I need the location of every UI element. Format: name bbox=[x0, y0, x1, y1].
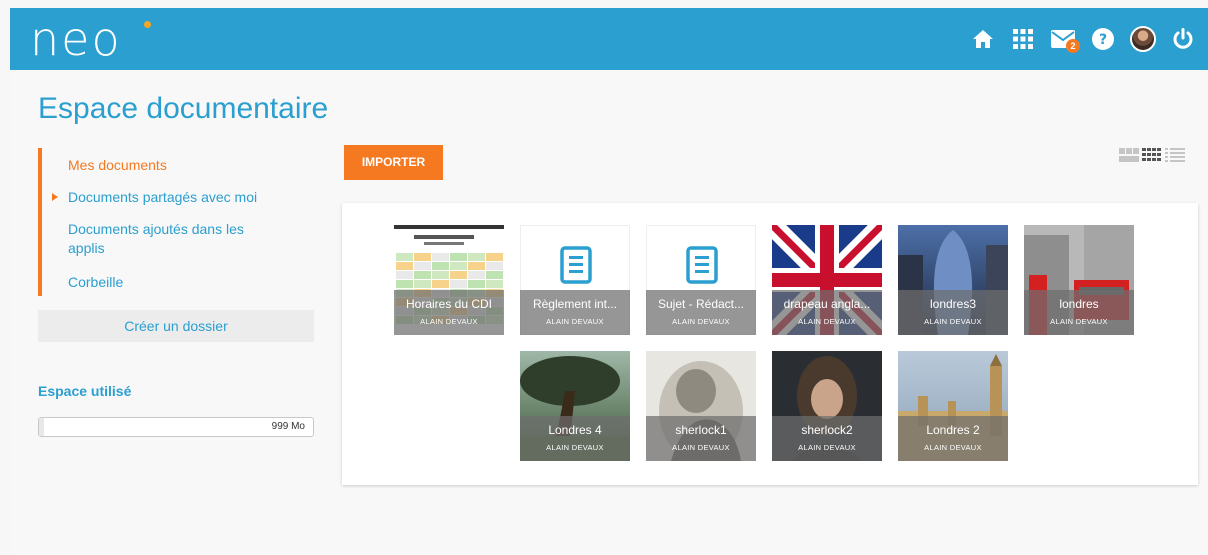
list-view-icon[interactable] bbox=[1165, 148, 1185, 162]
document-caption: Sujet - Rédact... ALAIN DEVAUX bbox=[646, 290, 756, 335]
top-bar: neo 2 ? bbox=[10, 8, 1208, 70]
app-frame: neo 2 ? Espace documentaire Mes document… bbox=[10, 8, 1208, 555]
sidebar-item-mes-documents[interactable]: Mes documents bbox=[68, 156, 167, 175]
document-name: Règlement int... bbox=[532, 297, 618, 311]
mail-icon[interactable]: 2 bbox=[1048, 24, 1080, 54]
sidebar-nav: Mes documents Documents partagés avec mo… bbox=[38, 148, 316, 296]
logo[interactable]: neo bbox=[30, 14, 122, 64]
grid-view-icon[interactable] bbox=[1142, 148, 1162, 162]
apps-icon[interactable] bbox=[1008, 24, 1038, 54]
view-switcher bbox=[1119, 148, 1185, 162]
user-avatar[interactable] bbox=[1128, 24, 1158, 54]
document-name: Londres 4 bbox=[548, 423, 602, 437]
storage-value: 999 Mo bbox=[271, 421, 305, 432]
document-name: sherlock1 bbox=[675, 423, 727, 437]
document-caption: sherlock1 ALAIN DEVAUX bbox=[646, 416, 756, 461]
document-card[interactable]: Londres 4 ALAIN DEVAUX bbox=[520, 351, 630, 461]
sidebar-item-partages[interactable]: Documents partagés avec moi bbox=[68, 188, 257, 207]
document-name: sherlock2 bbox=[801, 423, 853, 437]
document-owner: ALAIN DEVAUX bbox=[924, 317, 982, 326]
page-title: Espace documentaire bbox=[38, 92, 329, 125]
document-card[interactable]: sherlock1 ALAIN DEVAUX bbox=[646, 351, 756, 461]
document-owner: ALAIN DEVAUX bbox=[546, 317, 604, 326]
document-card[interactable]: Sujet - Rédact... ALAIN DEVAUX bbox=[646, 225, 756, 335]
svg-text:?: ? bbox=[1099, 32, 1107, 48]
document-card[interactable]: drapeau angla... ALAIN DEVAUX bbox=[772, 225, 882, 335]
document-card[interactable]: Londres 2 ALAIN DEVAUX bbox=[898, 351, 1008, 461]
sidebar-item-corbeille[interactable]: Corbeille bbox=[68, 273, 123, 292]
document-card[interactable]: Règlement int... ALAIN DEVAUX bbox=[520, 225, 630, 335]
document-name: Horaires du CDI bbox=[405, 297, 493, 311]
storage-fill bbox=[39, 418, 45, 436]
mail-badge: 2 bbox=[1066, 39, 1080, 53]
document-caption: Londres 2 ALAIN DEVAUX bbox=[898, 416, 1008, 461]
document-icon bbox=[686, 246, 718, 284]
documents-panel: Horaires du CDI ALAIN DEVAUX Règlement int… bbox=[342, 203, 1198, 485]
document-owner: ALAIN DEVAUX bbox=[924, 443, 982, 452]
document-owner: ALAIN DEVAUX bbox=[1050, 317, 1108, 326]
power-icon[interactable] bbox=[1168, 24, 1198, 54]
document-owner: ALAIN DEVAUX bbox=[420, 317, 478, 326]
import-button[interactable]: IMPORTER bbox=[344, 145, 443, 180]
document-caption: londres3 ALAIN DEVAUX bbox=[898, 290, 1008, 335]
document-owner: ALAIN DEVAUX bbox=[672, 443, 730, 452]
top-icons: 2 ? bbox=[968, 24, 1198, 54]
document-card[interactable]: Horaires du CDI ALAIN DEVAUX bbox=[394, 225, 504, 335]
document-owner: ALAIN DEVAUX bbox=[546, 443, 604, 452]
document-owner: ALAIN DEVAUX bbox=[798, 443, 856, 452]
avatar bbox=[1130, 26, 1156, 52]
document-card[interactable]: sherlock2 ALAIN DEVAUX bbox=[772, 351, 882, 461]
expand-arrow-icon[interactable] bbox=[52, 193, 58, 201]
document-caption: Horaires du CDI ALAIN DEVAUX bbox=[394, 290, 504, 335]
document-caption: Londres 4 ALAIN DEVAUX bbox=[520, 416, 630, 461]
home-icon[interactable] bbox=[968, 24, 998, 54]
help-icon[interactable]: ? bbox=[1088, 24, 1118, 54]
document-icon bbox=[560, 246, 592, 284]
document-caption: Règlement int... ALAIN DEVAUX bbox=[520, 290, 630, 335]
document-caption: sherlock2 ALAIN DEVAUX bbox=[772, 416, 882, 461]
document-owner: ALAIN DEVAUX bbox=[672, 317, 730, 326]
document-card[interactable]: londres ALAIN DEVAUX bbox=[1024, 225, 1134, 335]
document-name: Sujet - Rédact... bbox=[657, 297, 745, 311]
document-caption: londres ALAIN DEVAUX bbox=[1024, 290, 1134, 335]
document-name: londres bbox=[1059, 297, 1099, 311]
create-folder-button[interactable]: Créer un dossier bbox=[38, 310, 314, 342]
document-caption: drapeau angla... ALAIN DEVAUX bbox=[772, 290, 882, 335]
document-name: drapeau angla... bbox=[783, 297, 871, 311]
storage-title: Espace utilisé bbox=[38, 383, 132, 399]
document-owner: ALAIN DEVAUX bbox=[798, 317, 856, 326]
sidebar-item-applis[interactable]: Documents ajoutés dans les applis bbox=[68, 220, 278, 258]
document-name: Londres 2 bbox=[926, 423, 980, 437]
document-card[interactable]: londres3 ALAIN DEVAUX bbox=[898, 225, 1008, 335]
large-icons-view-icon[interactable] bbox=[1119, 148, 1139, 162]
document-name: londres3 bbox=[929, 297, 977, 311]
storage-bar: 999 Mo bbox=[38, 417, 314, 437]
logo-dot bbox=[144, 21, 151, 28]
